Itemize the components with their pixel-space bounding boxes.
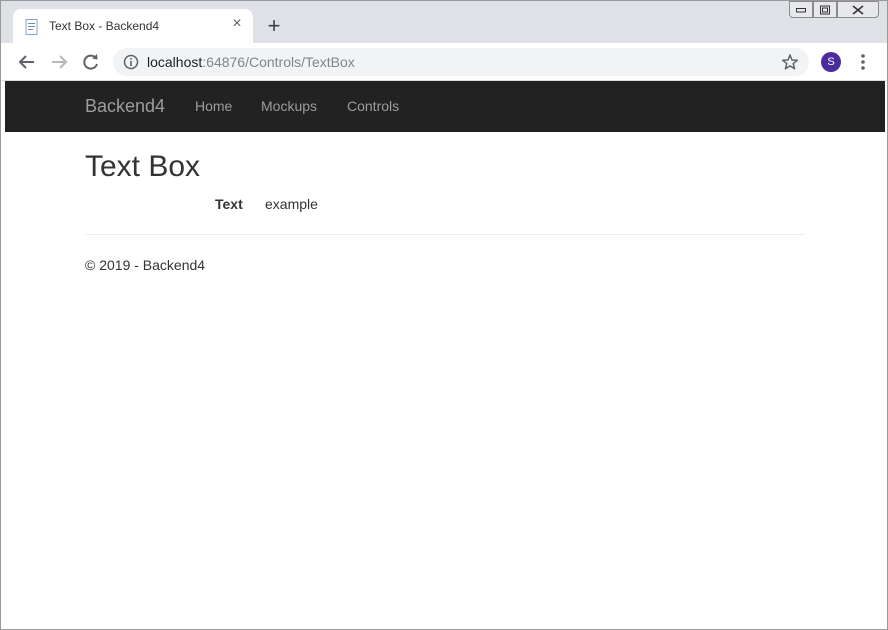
more-vert-icon[interactable] xyxy=(857,52,869,72)
field-value: example xyxy=(265,196,318,212)
tab-close-icon[interactable]: × xyxy=(229,16,245,32)
browser-window: Text Box - Backend4 × + localhost:64876/… xyxy=(0,0,888,630)
forward-arrow-icon[interactable] xyxy=(49,52,69,72)
close-icon xyxy=(852,5,864,14)
restore-button[interactable] xyxy=(813,1,837,18)
page-title: Text Box xyxy=(85,150,201,183)
back-arrow-icon[interactable] xyxy=(17,52,37,72)
new-tab-icon[interactable]: + xyxy=(263,15,285,37)
navbar-brand[interactable]: Backend4 xyxy=(85,96,165,117)
field-label: Text xyxy=(215,196,243,212)
close-window-button[interactable] xyxy=(837,1,879,18)
tab-title: Text Box - Backend4 xyxy=(49,19,160,33)
url-text[interactable]: localhost:64876/Controls/TextBox xyxy=(147,54,355,70)
info-icon[interactable] xyxy=(123,54,139,70)
window-controls xyxy=(789,1,881,19)
bookmark-star-icon[interactable] xyxy=(781,53,799,71)
site-navbar: Backend4 Home Mockups Controls xyxy=(5,81,885,132)
browser-toolbar: localhost:64876/Controls/TextBox S xyxy=(1,43,887,81)
page-favicon-icon xyxy=(25,19,38,35)
address-bar[interactable]: localhost:64876/Controls/TextBox xyxy=(113,48,809,76)
page-footer: © 2019 - Backend4 xyxy=(85,257,206,273)
tab-strip: Text Box - Backend4 × + xyxy=(1,1,887,43)
url-path: :64876/Controls/TextBox xyxy=(202,54,355,70)
reload-icon[interactable] xyxy=(81,52,101,72)
url-host: localhost xyxy=(147,54,203,70)
nav-link-controls[interactable]: Controls xyxy=(347,98,399,114)
minimize-icon xyxy=(796,7,806,12)
profile-avatar[interactable]: S xyxy=(821,52,841,72)
nav-link-mockups[interactable]: Mockups xyxy=(261,98,317,114)
restore-icon xyxy=(820,5,830,14)
divider xyxy=(85,234,805,235)
minimize-button[interactable] xyxy=(789,1,813,18)
browser-tab[interactable]: Text Box - Backend4 × xyxy=(13,9,253,43)
nav-link-home[interactable]: Home xyxy=(195,98,232,114)
